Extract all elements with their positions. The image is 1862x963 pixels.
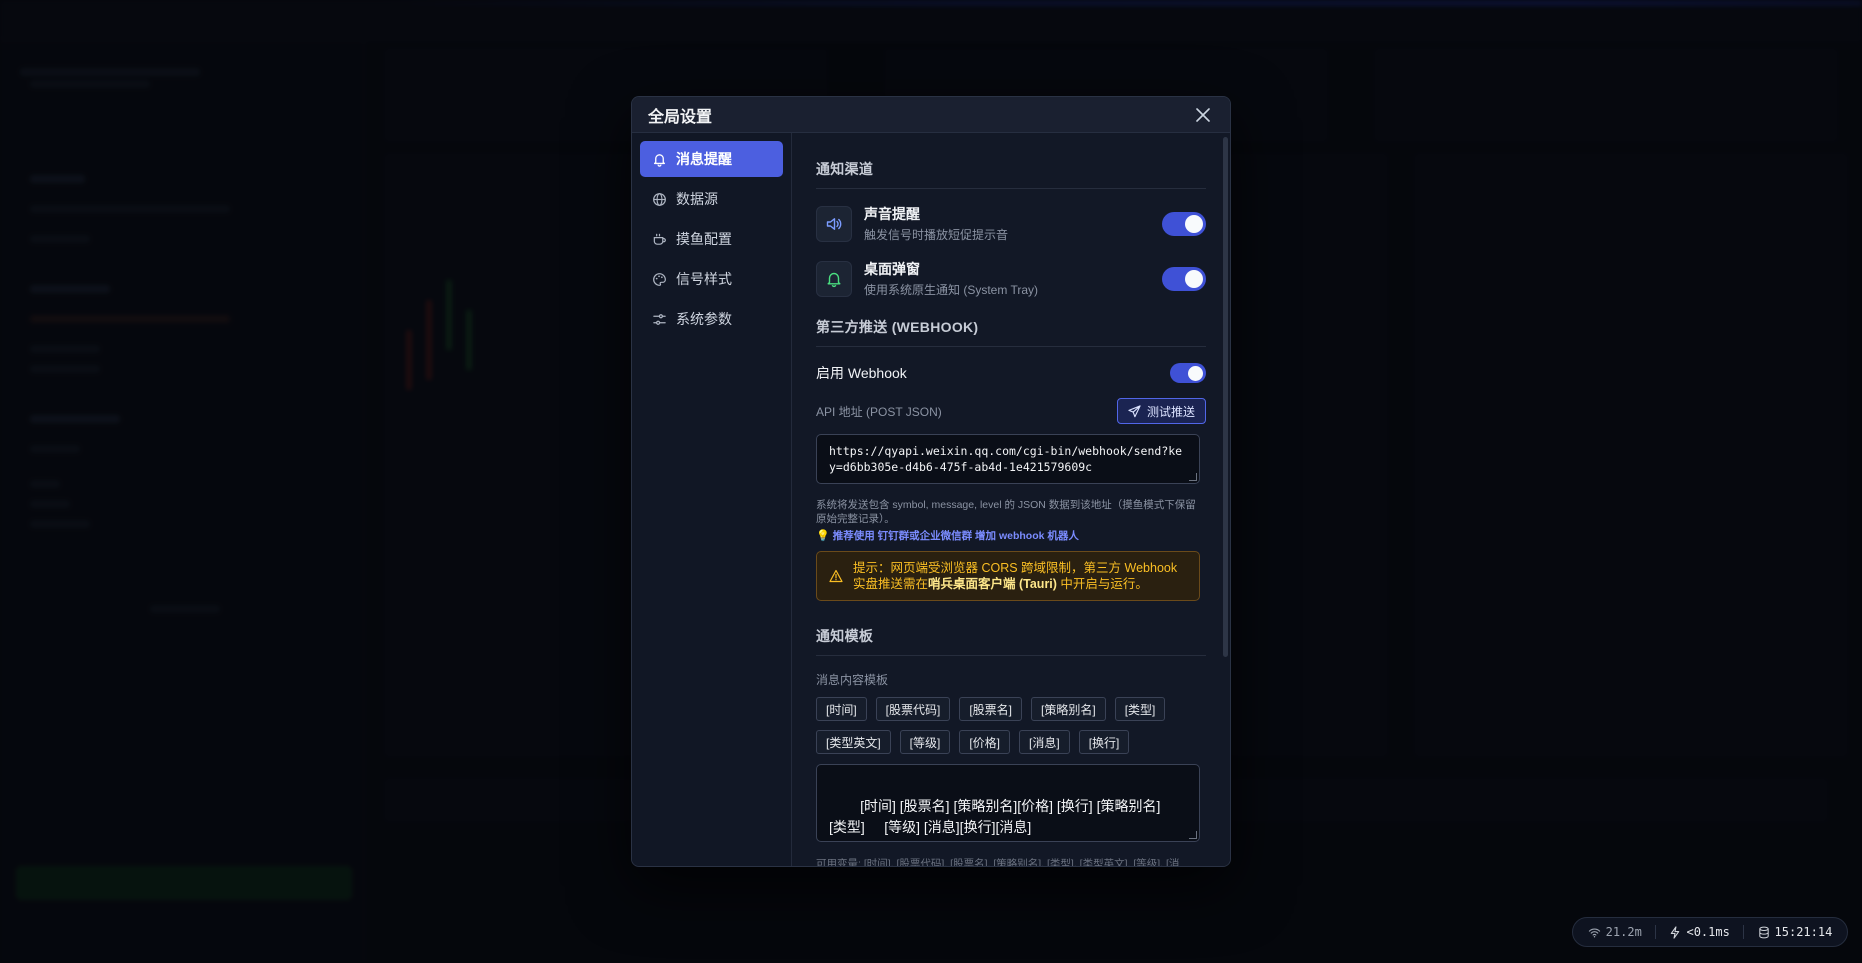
bell-icon <box>816 260 852 297</box>
resize-handle[interactable] <box>1189 831 1197 839</box>
settings-content[interactable]: 通知渠道 声音提醒 触发信号时播放短促提示音 桌面弹窗 使用系统原生通知 (Sy… <box>792 133 1230 866</box>
database-icon <box>1758 926 1769 938</box>
modal-body: 消息提醒 数据源 摸鱼配置 信号样式 系统参数 通知渠道 声音提醒 触发信号时播… <box>632 133 1230 866</box>
network-status: 21.2m <box>1588 925 1642 939</box>
latency-status: <0.1ms <box>1669 925 1730 939</box>
nav-item-datasource[interactable]: 数据源 <box>640 181 783 217</box>
cors-warning-text: 提示：网页端受浏览器 CORS 跨域限制，第三方 Webhook 实盘推送需在哨… <box>853 561 1178 591</box>
section-title-channels: 通知渠道 <box>816 159 1206 189</box>
section-title-webhook: 第三方推送 (WEBHOOK) <box>816 317 1206 347</box>
network-value: 21.2m <box>1605 925 1642 939</box>
webhook-enable-row: 启用 Webhook <box>816 363 1206 383</box>
status-bar: 21.2m <0.1ms 15:21:14 <box>1572 917 1848 947</box>
chip-type[interactable]: [类型] <box>1114 697 1166 721</box>
chip-type-en[interactable]: [类型英文] <box>816 730 891 754</box>
test-push-label: 测试推送 <box>1146 404 1195 419</box>
chip-time[interactable]: [时间] <box>816 697 867 721</box>
nav-item-system-params[interactable]: 系统参数 <box>640 301 783 337</box>
template-vars-hint: 可用变量: [时间], [股票代码], [股票名], [策略别名], [类型],… <box>816 858 1180 866</box>
settings-nav: 消息提醒 数据源 摸鱼配置 信号样式 系统参数 <box>632 133 792 866</box>
close-icon <box>1196 107 1210 122</box>
sound-alert-row: 声音提醒 触发信号时播放短促提示音 <box>816 204 1206 243</box>
modal-title: 全局设置 <box>648 108 713 126</box>
chip-stock-code[interactable]: [股票代码] <box>875 697 951 721</box>
chip-level[interactable]: [等级] <box>899 730 951 754</box>
palette-icon <box>651 271 667 287</box>
webhook-enable-label: 启用 Webhook <box>816 365 907 381</box>
tauri-client-label: 哨兵桌面客户端 (Tauri) <box>928 577 1057 591</box>
wifi-icon <box>1588 928 1600 938</box>
warning-icon <box>829 569 843 583</box>
template-value: [时间] [股票名] [策略别名][价格] [换行] [策略别名] [类型] [… <box>829 798 1180 835</box>
nav-label: 系统参数 <box>676 311 732 327</box>
webhook-url-value: https://qyapi.weixin.qq.com/cgi-bin/webh… <box>829 444 1183 474</box>
clock-status: 15:21:14 <box>1758 925 1833 939</box>
bolt-icon <box>1671 925 1680 939</box>
nav-label: 消息提醒 <box>676 151 732 167</box>
nav-label: 数据源 <box>676 191 718 207</box>
content-scrollbar[interactable] <box>1223 137 1228 657</box>
nav-label: 摸鱼配置 <box>676 231 732 247</box>
clock-value: 15:21:14 <box>1774 925 1833 939</box>
section-title-template: 通知模板 <box>816 626 1206 656</box>
lightbulb-icon: 💡 <box>816 530 830 542</box>
api-url-header: API 地址 (POST JSON) 测试推送 <box>816 398 1206 424</box>
desktop-popup-title: 桌面弹窗 <box>864 261 920 277</box>
sound-alert-toggle[interactable] <box>1162 211 1206 236</box>
template-variable-chips: [时间] [股票代码] [股票名] [策略别名] [类型] [类型英文] [等级… <box>816 697 1200 754</box>
nav-label: 信号样式 <box>676 271 732 287</box>
webhook-tip-link[interactable]: 推荐使用 钉钉群或企业微信群 增加 webhook 机器人 <box>833 528 1079 543</box>
test-push-button[interactable]: 测试推送 <box>1116 398 1206 424</box>
nav-item-signal-style[interactable]: 信号样式 <box>640 261 783 297</box>
nav-item-notifications[interactable]: 消息提醒 <box>640 141 783 177</box>
chip-newline[interactable]: [换行] <box>1078 730 1130 754</box>
chip-message[interactable]: [消息] <box>1019 730 1070 754</box>
desktop-popup-row: 桌面弹窗 使用系统原生通知 (System Tray) <box>816 259 1206 298</box>
sound-alert-title: 声音提醒 <box>864 206 920 222</box>
nav-item-slacking-config[interactable]: 摸鱼配置 <box>640 221 783 257</box>
bell-icon <box>651 151 667 167</box>
send-icon <box>1128 404 1141 417</box>
chip-stock-name[interactable]: [股票名] <box>959 697 1023 721</box>
close-button[interactable] <box>1192 104 1214 126</box>
coffee-icon <box>651 231 667 247</box>
sound-alert-desc: 触发信号时播放短促提示音 <box>864 228 1009 242</box>
webhook-tip: 💡 推荐使用 钉钉群或企业微信群 增加 webhook 机器人 <box>816 528 1206 543</box>
chip-strategy-alias[interactable]: [策略别名] <box>1031 697 1106 721</box>
speaker-icon <box>816 205 852 242</box>
globe-icon <box>651 191 667 207</box>
modal-header: 全局设置 <box>632 97 1230 133</box>
webhook-help-text: 系统将发送包含 symbol, message, level 的 JSON 数据… <box>816 499 1196 525</box>
api-url-label: API 地址 (POST JSON) <box>816 404 942 419</box>
resize-handle[interactable] <box>1189 473 1197 481</box>
latency-value: <0.1ms <box>1686 925 1730 939</box>
cors-warning: 提示：网页端受浏览器 CORS 跨域限制，第三方 Webhook 实盘推送需在哨… <box>816 551 1200 601</box>
webhook-url-input[interactable]: https://qyapi.weixin.qq.com/cgi-bin/webh… <box>816 434 1200 484</box>
webhook-toggle[interactable] <box>1170 363 1206 383</box>
chip-price[interactable]: [价格] <box>959 730 1011 754</box>
sliders-icon <box>651 311 667 327</box>
desktop-popup-desc: 使用系统原生通知 (System Tray) <box>864 283 1039 297</box>
template-textarea[interactable]: [时间] [股票名] [策略别名][价格] [换行] [策略别名] [类型] [… <box>816 764 1200 842</box>
desktop-popup-toggle[interactable] <box>1162 266 1206 291</box>
template-label: 消息内容模板 <box>816 673 889 687</box>
settings-modal: 全局设置 消息提醒 数据源 摸鱼配置 信号样式 系统参数 通知渠道 声音提醒 触… <box>631 96 1231 867</box>
